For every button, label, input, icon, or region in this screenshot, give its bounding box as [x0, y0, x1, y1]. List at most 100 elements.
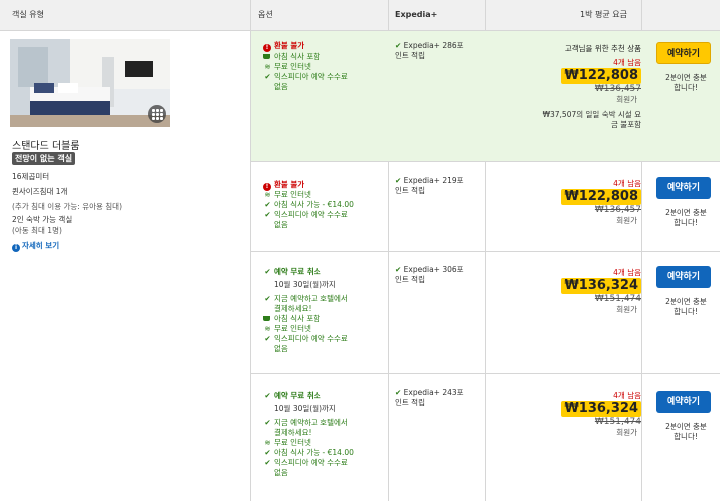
feature: ✔ 지금 예약하고 호텔에서 [264, 294, 348, 303]
more-info-label: 자세히 보기 [22, 241, 60, 250]
feature-cont: 없음 [274, 344, 288, 353]
expedia-points: ✔ Expedia+ 306포 인트 적립 [395, 265, 464, 284]
feature: ✔ 익스피디아 예약 수수료 [264, 210, 348, 219]
header-room-type: 객실 유형 [12, 10, 44, 19]
breakfast-icon [263, 316, 270, 321]
rooms-left: 4개 남음 [613, 391, 641, 400]
room-photo-image [10, 39, 170, 127]
header-price: 1박 평균 요금 [580, 10, 627, 19]
feature: ≋ 무료 인터넷 [264, 324, 311, 333]
member-price-label: 회원가 [616, 216, 637, 225]
feature: ≋ 무료 인터넷 [264, 438, 311, 447]
header-expedia-plus: Expedia+ [395, 10, 438, 19]
old-price: ₩136,457 [594, 205, 641, 215]
price-block: 4개 남음 ₩136,324 ₩151,474 회원가 [486, 390, 641, 438]
room-photo[interactable] [10, 39, 170, 127]
feature-cont: 없음 [274, 468, 288, 477]
check-icon: ✔ [264, 294, 271, 303]
expedia-points: ✔ Expedia+ 286포 인트 적립 [395, 41, 464, 60]
feature-cont: 없음 [274, 82, 288, 91]
expedia-points: ✔ Expedia+ 219포 인트 적립 [395, 176, 464, 195]
booking-time-note: 2분이면 충분 합니다! [665, 208, 707, 227]
wifi-icon: ≋ [264, 190, 271, 199]
check-icon: ✔ [264, 72, 271, 81]
table-header: 객실 유형 옵션 Expedia+ 1박 평균 요금 [0, 0, 720, 31]
member-price-label: 회원가 [616, 95, 637, 104]
old-price: ₩151,474 [594, 294, 641, 304]
header-options: 옵션 [258, 10, 273, 19]
rooms-left: 4개 남음 [613, 179, 641, 188]
book-button[interactable]: 예약하기 [656, 266, 711, 288]
rate-row: ! 환불 불가 아침 식사 포함 ≋ 무료 인터넷 ✔ 익스피디아 예약 수수료 없음… [251, 31, 720, 162]
booking-time-note: 2분이면 충분 합니다! [665, 422, 707, 441]
feature: ✔ 아침 식사 가능 - €14.00 [264, 448, 354, 457]
old-price: ₩151,474 [594, 417, 641, 427]
member-price-label: 회원가 [616, 428, 637, 437]
price-block: 고객님을 위한 추천 상품 4개 남음 ₩122,808 ₩136,457 회원… [486, 43, 641, 130]
feature: 아침 식사 포함 [263, 314, 320, 324]
price: ₩122,808 [561, 189, 641, 205]
check-icon: ✔ [395, 388, 404, 397]
price: ₩122,808 [561, 68, 641, 84]
booking-time-note: 2분이면 충분 합니다! [665, 73, 707, 92]
room-title: 스탠다드 더블룸 [12, 141, 80, 152]
check-icon: ✔ [264, 267, 271, 276]
wifi-icon: ≋ [264, 438, 271, 447]
fee-note: ₩37,507의 일일 숙박 시설 요금 불포함 [542, 110, 641, 129]
more-info-link[interactable]: i 자세히 보기 [12, 240, 59, 252]
book-button[interactable]: 예약하기 [656, 177, 711, 199]
check-icon: ✔ [264, 210, 271, 219]
booking-time-note: 2분이면 충분 합니다! [665, 297, 707, 316]
book-button[interactable]: 예약하기 [656, 391, 711, 413]
book-button[interactable]: 예약하기 [656, 42, 711, 64]
feature: ≋ 무료 인터넷 [264, 62, 311, 71]
check-icon: ✔ [395, 265, 404, 274]
expedia-points: ✔ Expedia+ 243포 인트 적립 [395, 388, 464, 407]
gallery-icon[interactable] [148, 105, 166, 123]
rate-row: ✔ 예약 무료 취소 10월 30일(월)까지 ✔ 지금 예약하고 호텔에서 결제하… [251, 374, 720, 501]
recommended-label: 고객님을 위한 추천 상품 [564, 44, 641, 53]
feature: ✔ 익스피디아 예약 수수료 [264, 334, 348, 343]
price-block: 4개 남음 ₩136,324 ₩151,474 회원가 [486, 267, 641, 315]
check-icon: ✔ [395, 41, 404, 50]
feature-cont: 결제하세요! [274, 304, 312, 313]
room-occupancy: 2인 숙박 가능 객실 [12, 215, 73, 224]
no-refund-icon: ! [263, 44, 271, 52]
feature-cont: 결제하세요! [274, 428, 312, 437]
info-icon: i [12, 244, 20, 252]
room-occupancy-note: (아동 최대 1명) [12, 226, 62, 235]
breakfast-icon [263, 54, 270, 59]
policy: ! 환불 불가 [263, 41, 304, 52]
rate-row: ✔ 예약 무료 취소 10월 30일(월)까지 ✔ 지금 예약하고 호텔에서 결제하… [251, 252, 720, 374]
check-icon: ✔ [264, 418, 271, 427]
price: ₩136,324 [561, 278, 641, 294]
check-icon: ✔ [264, 200, 271, 209]
rate-row: ! 환불 불가 ≋ 무료 인터넷 ✔ 아침 식사 가능 - €14.00 ✔ 익스피디아… [251, 162, 720, 252]
feature: ✔ 익스피디아 예약 수수료 [264, 72, 348, 81]
wifi-icon: ≋ [264, 62, 271, 71]
cancel-until: 10월 30일(월)까지 [274, 280, 336, 289]
check-icon: ✔ [395, 176, 404, 185]
feature-cont: 없음 [274, 220, 288, 229]
room-size: 16제곱미터 [12, 172, 50, 181]
check-icon: ✔ [264, 391, 271, 400]
cancel-until: 10월 30일(월)까지 [274, 404, 336, 413]
old-price: ₩136,457 [594, 84, 641, 94]
room-info: 스탠다드 더블룸 전망이 없는 객실 16제곱미터 퀸사이즈침대 1개 (추가 … [0, 31, 250, 501]
check-icon: ✔ [264, 448, 271, 457]
feature: ✔ 지금 예약하고 호텔에서 [264, 418, 348, 427]
rooms-left: 4개 남음 [613, 268, 641, 277]
feature: ≋ 무료 인터넷 [264, 190, 311, 199]
price-block: 4개 남음 ₩122,808 ₩136,457 회원가 [486, 178, 641, 226]
wifi-icon: ≋ [264, 324, 271, 333]
price: ₩136,324 [561, 401, 641, 417]
feature: ✔ 익스피디아 예약 수수료 [264, 458, 348, 467]
room-bed: 퀸사이즈침대 1개 [12, 187, 68, 196]
check-icon: ✔ [264, 458, 271, 467]
check-icon: ✔ [264, 334, 271, 343]
policy: ✔ 예약 무료 취소 [264, 391, 321, 400]
member-price-label: 회원가 [616, 305, 637, 314]
feature: 아침 식사 포함 [263, 52, 320, 62]
rooms-left: 4개 남음 [613, 58, 641, 67]
room-bed-note: (추가 침대 이용 가능: 유아용 침대) [12, 202, 122, 211]
